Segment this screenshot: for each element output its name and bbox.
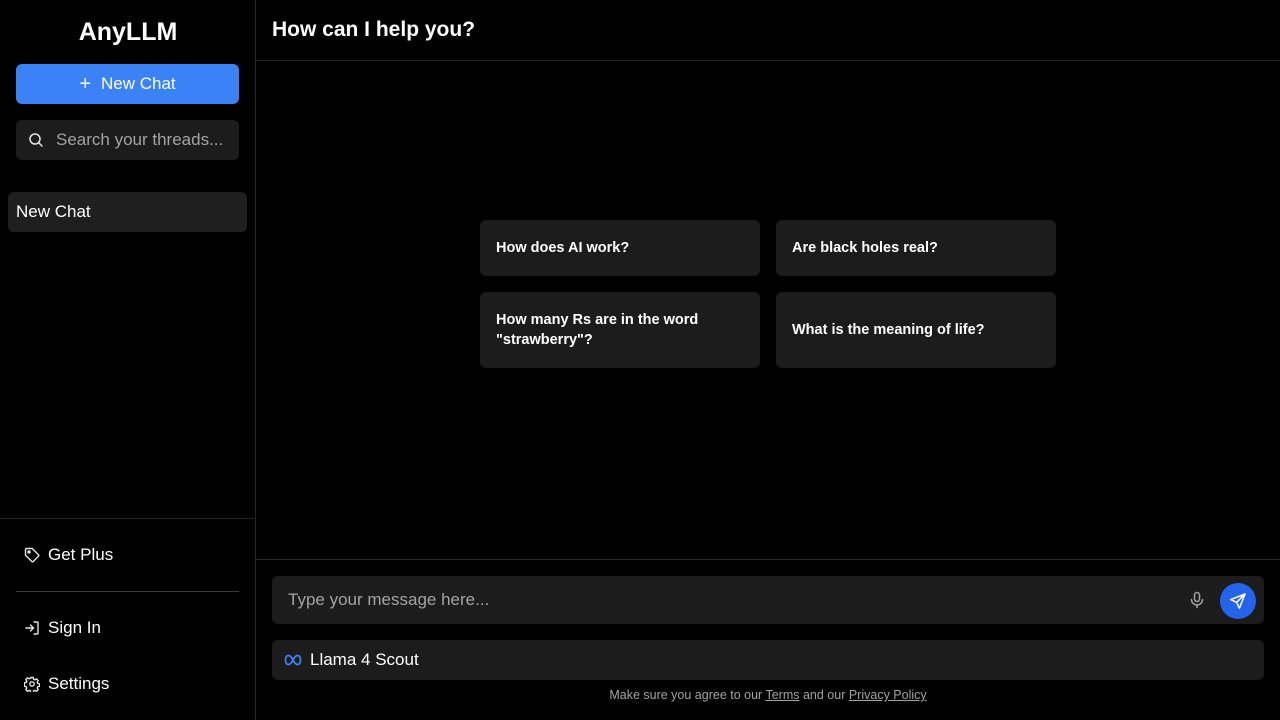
sign-in-label: Sign In (48, 618, 101, 637)
privacy-policy-link[interactable]: Privacy Policy (849, 688, 927, 702)
get-plus-link[interactable]: Get Plus (24, 543, 113, 567)
microphone-icon[interactable] (1187, 590, 1207, 610)
tag-icon (24, 547, 40, 563)
legal-middle: and our (799, 688, 849, 702)
legal-note: Make sure you agree to our Terms and our… (256, 688, 1280, 702)
settings-label: Settings (48, 674, 110, 693)
new-chat-label: New Chat (101, 74, 176, 93)
message-input[interactable] (288, 590, 1168, 610)
legal-prefix: Make sure you agree to our (609, 688, 766, 702)
terms-link[interactable]: Terms (765, 688, 799, 702)
sign-in-icon (25, 621, 39, 635)
suggestion-card[interactable]: How many Rs are in the word "strawberry"… (480, 292, 760, 368)
gear-icon (24, 676, 40, 692)
get-plus-label: Get Plus (48, 545, 114, 564)
sidebar-divider (16, 591, 239, 592)
sidebar-divider (0, 518, 256, 519)
message-composer (272, 576, 1264, 624)
main-header: How can I help you? (256, 0, 1280, 61)
composer-divider (256, 559, 1280, 560)
settings-link[interactable]: Settings (24, 672, 109, 696)
sign-in-link[interactable]: Sign In (24, 616, 101, 640)
model-selector[interactable]: Llama 4 Scout (272, 640, 1264, 680)
plus-icon: + (79, 73, 92, 95)
suggestion-card[interactable]: What is the meaning of life? (776, 292, 1056, 368)
suggestion-card[interactable]: How does AI work? (480, 220, 760, 276)
suggestion-card[interactable]: Are black holes real? (776, 220, 1056, 276)
app-logo: AnyLLM (78, 18, 178, 46)
sidebar: AnyLLM + New Chat New Chat Get Plus Sign… (0, 0, 256, 720)
new-chat-button[interactable]: + New Chat (16, 64, 239, 104)
thread-search (16, 120, 239, 160)
meta-icon (284, 654, 302, 666)
search-icon (29, 133, 43, 147)
send-icon (1230, 593, 1246, 609)
search-input[interactable] (56, 130, 236, 150)
send-button[interactable] (1220, 583, 1256, 619)
page-title: How can I help you? (272, 18, 476, 41)
thread-item[interactable]: New Chat (8, 192, 247, 232)
model-name: Llama 4 Scout (310, 650, 419, 669)
